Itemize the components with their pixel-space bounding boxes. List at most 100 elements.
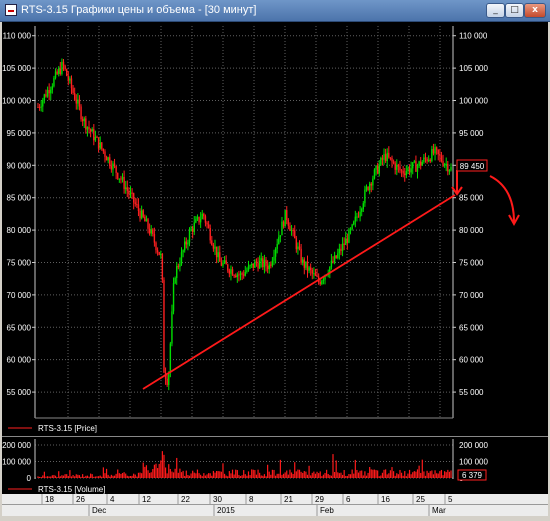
candle-body bbox=[198, 216, 200, 223]
candle-body bbox=[404, 173, 406, 176]
candle-body bbox=[241, 273, 243, 275]
price-tick-right: 85 000 bbox=[459, 194, 484, 203]
candle-body bbox=[258, 260, 261, 269]
candle-body bbox=[160, 253, 162, 255]
candle-body bbox=[96, 136, 98, 138]
time-axis-day-label: 6 bbox=[346, 495, 351, 504]
time-axis-day-label: 4 bbox=[110, 495, 115, 504]
price-tick-right: 55 000 bbox=[459, 388, 484, 397]
candle-body bbox=[58, 68, 60, 74]
candle-body bbox=[311, 269, 313, 274]
volume-tick-left: 0 bbox=[27, 474, 32, 483]
candle-body bbox=[97, 137, 100, 149]
candle-body bbox=[348, 229, 350, 243]
candle-body bbox=[163, 280, 165, 373]
candle-body bbox=[209, 227, 211, 241]
maximize-button[interactable]: □ bbox=[505, 3, 524, 18]
candle-body bbox=[158, 252, 160, 255]
candle-body bbox=[314, 273, 317, 276]
candle-body bbox=[346, 238, 349, 243]
candle-body bbox=[391, 157, 393, 162]
price-tick-left: 95 000 bbox=[7, 129, 32, 138]
price-tick-left: 90 000 bbox=[7, 161, 32, 170]
candle-body bbox=[233, 275, 235, 277]
volume-chart[interactable]: 200 000 100 000 0 200 000 100 000 0 6 379 RT… bbox=[2, 437, 548, 495]
candle-body bbox=[380, 157, 382, 165]
candle-body bbox=[273, 256, 275, 261]
candle-body bbox=[120, 178, 122, 180]
candle-body bbox=[416, 165, 419, 172]
candle-body bbox=[67, 75, 69, 81]
candle-body bbox=[238, 274, 240, 276]
candle-body bbox=[64, 65, 66, 70]
candle-body bbox=[349, 229, 352, 231]
price-axis-right: 110 000105 000100 00095 00090 00085 0008… bbox=[453, 32, 488, 397]
price-tick-right: 60 000 bbox=[459, 356, 484, 365]
candle-body bbox=[447, 163, 449, 172]
candle-body bbox=[150, 229, 152, 234]
candle-body bbox=[123, 176, 125, 189]
minimize-button[interactable]: _ bbox=[486, 3, 505, 18]
candle-body bbox=[337, 253, 339, 258]
candle-body bbox=[128, 190, 130, 195]
candle-body bbox=[375, 165, 377, 170]
candle-body bbox=[121, 176, 124, 180]
volume-chart-panel[interactable]: 200 000 100 000 0 200 000 100 000 0 6 379 RT… bbox=[2, 436, 548, 494]
last-volume-value: 6 379 bbox=[462, 471, 483, 480]
candle-body bbox=[102, 148, 105, 152]
candle-body bbox=[290, 230, 293, 232]
candle-body bbox=[443, 164, 446, 166]
candle-body bbox=[306, 261, 309, 271]
candle-body bbox=[303, 259, 305, 268]
candle-body bbox=[435, 147, 438, 150]
candle-body bbox=[247, 265, 250, 271]
price-chart-panel[interactable]: 110 000 105 000 100 000 95 000 90 000 85 000 8… bbox=[2, 22, 548, 436]
price-chart[interactable]: 110 000 105 000 100 000 95 000 90 000 85 000 8… bbox=[2, 22, 548, 436]
candle-body bbox=[408, 167, 411, 173]
price-tick-left: 65 000 bbox=[7, 323, 32, 332]
time-axis-month-label: Mar bbox=[432, 506, 446, 515]
candle-body bbox=[254, 261, 256, 268]
time-axis-month-label: 2015 bbox=[217, 506, 235, 515]
price-tick-right: 110 000 bbox=[459, 32, 488, 41]
candle-body bbox=[255, 261, 258, 263]
price-tick-left: 70 000 bbox=[7, 291, 32, 300]
candle-body bbox=[115, 166, 117, 173]
candle-body bbox=[332, 260, 334, 263]
time-axis-day-label: 8 bbox=[249, 495, 254, 504]
candle-body bbox=[227, 264, 229, 271]
candle-body bbox=[413, 161, 416, 163]
close-button[interactable]: x bbox=[524, 3, 546, 18]
time-axis-scale: 18 26 4 12 22 30 8 21 29 6 16 25 5 Dec 2015 Feb Mar bbox=[2, 494, 548, 516]
candle-body bbox=[279, 235, 282, 238]
candle-body bbox=[418, 161, 420, 166]
window-title: RTS-3.15 Графики цены и объема - [30 мин… bbox=[21, 4, 257, 16]
candle-body bbox=[185, 241, 187, 245]
candle-body bbox=[364, 189, 366, 204]
candle-body bbox=[86, 126, 89, 130]
title-bar: RTS-3.15 Графики цены и объема - [30 мин… bbox=[0, 0, 550, 22]
candle-body bbox=[222, 263, 224, 266]
candle-body bbox=[136, 203, 138, 205]
candle-body bbox=[368, 183, 371, 191]
candle-body bbox=[429, 159, 431, 162]
candle-body bbox=[381, 157, 384, 160]
price-tick-left: 80 000 bbox=[7, 226, 32, 235]
time-axis-day-label: 21 bbox=[284, 495, 293, 504]
candle-body bbox=[137, 204, 140, 211]
candle-body bbox=[281, 221, 283, 236]
candle-body bbox=[415, 161, 417, 172]
candle-body bbox=[431, 149, 433, 162]
candle-body bbox=[356, 216, 358, 218]
candle-body bbox=[212, 245, 215, 249]
candle-body bbox=[77, 99, 79, 104]
time-axis-day-label: 16 bbox=[381, 495, 390, 504]
candle-body bbox=[271, 260, 274, 266]
price-legend-label: RTS-3.15 [Price] bbox=[38, 424, 97, 433]
candle-body bbox=[388, 152, 390, 158]
candle-body bbox=[75, 99, 77, 104]
candle-body bbox=[309, 267, 312, 270]
candle-body bbox=[43, 94, 46, 100]
time-axis[interactable]: 18 26 4 12 22 30 8 21 29 6 16 25 5 Dec 2015 Feb Mar bbox=[2, 494, 548, 516]
candle-body bbox=[85, 118, 87, 130]
